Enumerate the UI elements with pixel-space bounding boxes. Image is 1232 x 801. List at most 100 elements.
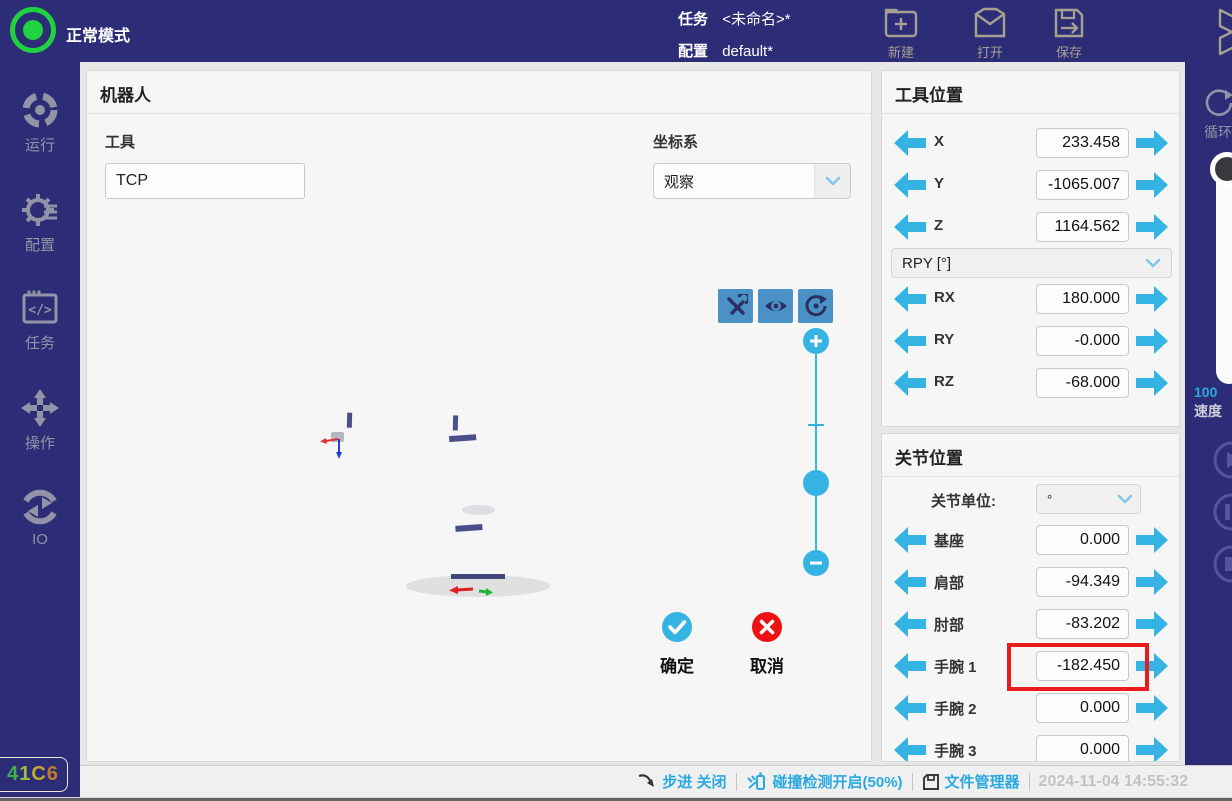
- robot-status-icon[interactable]: [10, 7, 56, 53]
- row-label: 手腕 1: [934, 656, 977, 677]
- value-input[interactable]: -0.000: [1036, 326, 1129, 356]
- stop-button-icon[interactable]: [1212, 544, 1232, 584]
- sidebar-item-run[interactable]: 运行: [0, 90, 80, 155]
- collision-status[interactable]: 碰撞检测开启(50%): [746, 771, 903, 792]
- jog-plus-arrow-icon[interactable]: [1136, 737, 1168, 762]
- zoom-slider-knob[interactable]: [803, 470, 829, 496]
- jog-plus-arrow-icon[interactable]: [1136, 214, 1168, 240]
- confirm-button[interactable]: 确定: [646, 611, 708, 677]
- robot-3d-viewport[interactable]: [301, 359, 561, 604]
- row-label: Z: [934, 217, 943, 234]
- sidebar-item-io[interactable]: IO: [0, 487, 80, 548]
- jog-plus-arrow-icon[interactable]: [1136, 370, 1168, 396]
- jog-plus-arrow-icon[interactable]: [1136, 527, 1168, 553]
- security-code-badge: 41C6: [0, 757, 68, 792]
- zoom-slider-track[interactable]: [815, 354, 817, 550]
- rotate-view-button[interactable]: [798, 289, 833, 323]
- jog-plus-arrow-icon[interactable]: [1136, 172, 1168, 198]
- top-header-bar: 正常模式 任务 <未命名>* 配置 default* 新建 打开: [0, 0, 1232, 62]
- coord-dropdown[interactable]: 观察: [653, 163, 851, 199]
- zoom-in-button[interactable]: [803, 328, 829, 354]
- value-input[interactable]: 0.000: [1036, 693, 1129, 723]
- new-task-button[interactable]: 新建: [869, 6, 933, 61]
- code-window-icon: </>: [20, 288, 60, 328]
- jog-plus-arrow-icon[interactable]: [1136, 328, 1168, 354]
- speed-slider-track[interactable]: [1216, 168, 1232, 384]
- play-button-icon[interactable]: [1212, 440, 1232, 480]
- sidebar-item-config[interactable]: 配置: [0, 190, 80, 255]
- save-button[interactable]: 保存: [1037, 6, 1101, 61]
- jog-plus-arrow-icon[interactable]: [1136, 695, 1168, 721]
- joint-row-wrist1: 手腕 1 -182.450: [882, 651, 1180, 681]
- tool-settings-button[interactable]: [718, 289, 753, 323]
- bottom-edge: [0, 797, 1232, 801]
- rotation-format-dropdown[interactable]: RPY [°]: [891, 248, 1172, 278]
- loop-icon[interactable]: [1202, 86, 1232, 120]
- jog-minus-arrow-icon[interactable]: [894, 611, 926, 637]
- joint-row-wrist3: 手腕 3 0.000: [882, 735, 1180, 762]
- row-label: RZ: [934, 373, 954, 390]
- jog-minus-arrow-icon[interactable]: [894, 172, 926, 198]
- value-input[interactable]: -83.202: [1036, 609, 1129, 639]
- jog-minus-arrow-icon[interactable]: [894, 737, 926, 762]
- file-manager-button[interactable]: 文件管理器: [922, 771, 1020, 792]
- pause-button-icon[interactable]: [1212, 492, 1232, 532]
- jog-plus-arrow-icon[interactable]: [1136, 130, 1168, 156]
- value-input[interactable]: 180.000: [1036, 284, 1129, 314]
- value-input[interactable]: 233.458: [1036, 128, 1129, 158]
- panel-title: 机器人: [100, 81, 151, 106]
- jog-minus-arrow-icon[interactable]: [894, 569, 926, 595]
- save-label: 保存: [1037, 42, 1101, 61]
- file-manager-icon: [922, 773, 940, 791]
- speed-slider-knob[interactable]: [1210, 152, 1232, 186]
- step-mode-status[interactable]: 步进 关闭: [637, 771, 726, 792]
- open-button[interactable]: 打开: [958, 6, 1022, 61]
- row-label: 手腕 2: [934, 698, 977, 719]
- value-row-ry: RY -0.000: [882, 326, 1181, 356]
- tool-input[interactable]: [105, 163, 305, 199]
- row-label: RY: [934, 331, 954, 348]
- jog-minus-arrow-icon[interactable]: [894, 328, 926, 354]
- sidebar-item-move[interactable]: 操作: [0, 388, 80, 453]
- value-input[interactable]: -182.450: [1036, 651, 1129, 681]
- file-manager-label: 文件管理器: [945, 771, 1020, 792]
- jog-minus-arrow-icon[interactable]: [894, 370, 926, 396]
- open-label: 打开: [958, 42, 1022, 61]
- jog-plus-arrow-icon[interactable]: [1136, 611, 1168, 637]
- panel-title: 关节位置: [895, 444, 963, 469]
- move-arrows-icon: [20, 388, 60, 428]
- value-input[interactable]: -94.349: [1036, 567, 1129, 597]
- jog-plus-arrow-icon[interactable]: [1136, 653, 1168, 679]
- value-input[interactable]: 1164.562: [1036, 212, 1129, 242]
- rotate-icon: [804, 294, 828, 318]
- zoom-out-button[interactable]: [803, 550, 829, 576]
- jog-minus-arrow-icon[interactable]: [894, 653, 926, 679]
- tool-label: 工具: [105, 131, 135, 152]
- value-input[interactable]: -68.000: [1036, 368, 1129, 398]
- jog-minus-arrow-icon[interactable]: [894, 214, 926, 240]
- value-input[interactable]: 0.000: [1036, 525, 1129, 555]
- jog-minus-arrow-icon[interactable]: [894, 527, 926, 553]
- code-char: 6: [47, 763, 59, 785]
- cancel-button[interactable]: 取消: [736, 611, 798, 677]
- joint-unit-dropdown[interactable]: °: [1036, 484, 1141, 514]
- code-char: 1: [19, 763, 31, 785]
- save-icon: [1051, 6, 1087, 40]
- speed-label: 速度: [1194, 401, 1222, 421]
- jog-plus-arrow-icon[interactable]: [1136, 569, 1168, 595]
- value-input[interactable]: -1065.007: [1036, 170, 1129, 200]
- jog-plus-arrow-icon[interactable]: [1136, 286, 1168, 312]
- divider: [882, 113, 1179, 114]
- clock: 2024-11-04 14:55:32: [1039, 773, 1188, 791]
- collision-icon: [746, 772, 768, 792]
- value-input[interactable]: 0.000: [1036, 735, 1129, 762]
- jog-minus-arrow-icon[interactable]: [894, 286, 926, 312]
- wrench-screwdriver-icon: [724, 294, 748, 318]
- jog-minus-arrow-icon[interactable]: [894, 130, 926, 156]
- visibility-button[interactable]: [758, 289, 793, 323]
- value-row-rx: RX 180.000: [882, 284, 1181, 314]
- jog-minus-arrow-icon[interactable]: [894, 695, 926, 721]
- sidebar-item-task[interactable]: </> 任务: [0, 288, 80, 353]
- x-circle-icon: [751, 611, 783, 643]
- cube-icon[interactable]: [1206, 8, 1232, 60]
